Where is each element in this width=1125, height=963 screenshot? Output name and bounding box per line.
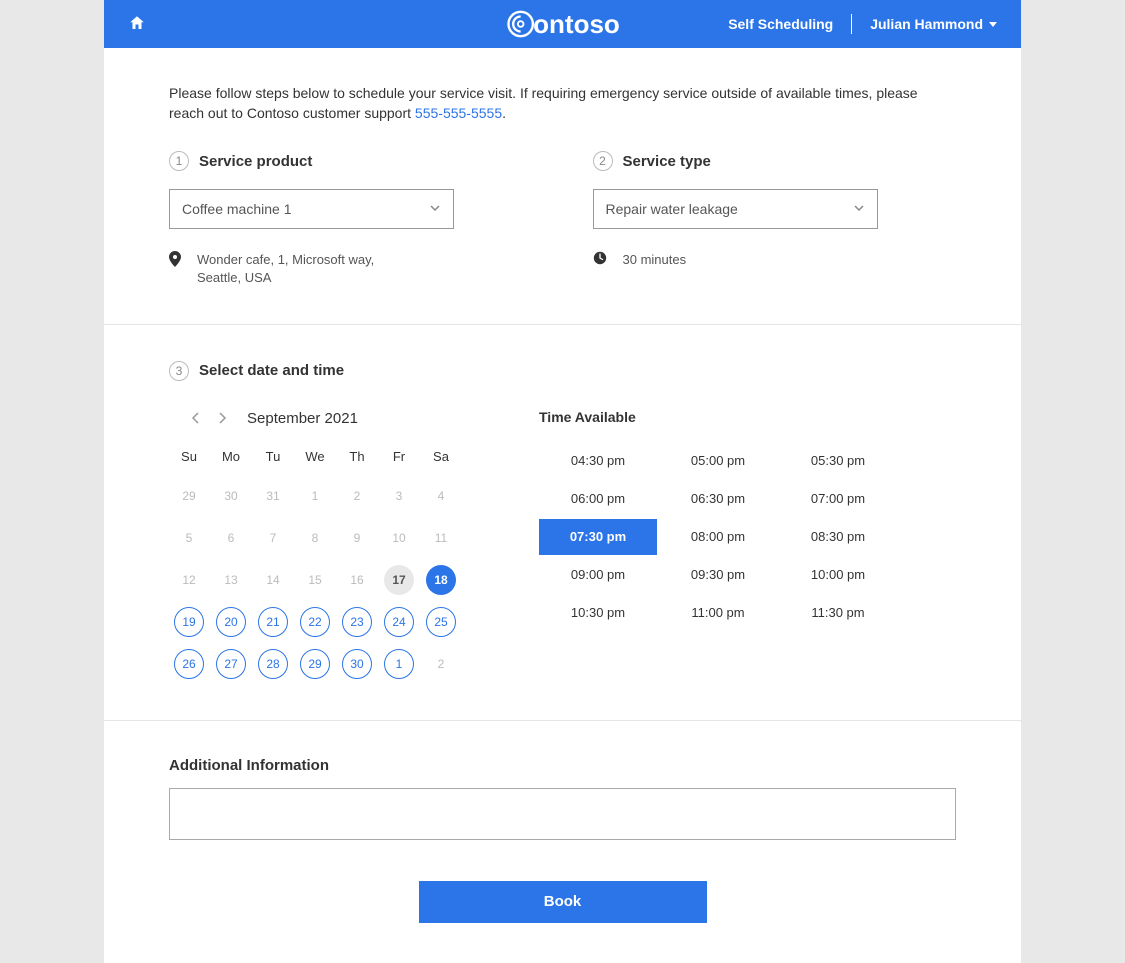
location-pin-icon (169, 251, 181, 270)
additional-info-title: Additional Information (169, 757, 956, 774)
section-divider (104, 720, 1021, 721)
calendar-dow: Th (337, 443, 377, 474)
calendar-day[interactable]: 20 (216, 607, 246, 637)
times-title: Time Available (539, 409, 956, 425)
nav-self-scheduling[interactable]: Self Scheduling (710, 12, 851, 36)
calendar-day: 9 (342, 523, 372, 553)
chevron-down-icon (989, 22, 997, 27)
calendar-day: 16 (342, 565, 372, 595)
step-1-title: Service product (199, 153, 312, 170)
calendar-day[interactable]: 27 (216, 649, 246, 679)
calendar-day: 8 (300, 523, 330, 553)
calendar-day: 15 (300, 565, 330, 595)
time-slot[interactable]: 04:30 pm (539, 443, 657, 479)
duration-text: 30 minutes (623, 251, 687, 269)
section-divider (104, 324, 1021, 325)
calendar-day: 31 (258, 481, 288, 511)
step-2-badge: 2 (593, 151, 613, 171)
calendar-day: 3 (384, 481, 414, 511)
step-2-title: Service type (623, 153, 711, 170)
calendar-day[interactable]: 22 (300, 607, 330, 637)
time-slot[interactable]: 07:30 pm (539, 519, 657, 555)
calendar-day[interactable]: 17 (384, 565, 414, 595)
location-text: Wonder cafe, 1, Microsoft way, Seattle, … (197, 251, 374, 287)
time-slot[interactable]: 07:00 pm (779, 481, 897, 517)
step-3-title: Select date and time (199, 362, 344, 379)
calendar-day: 11 (426, 523, 456, 553)
time-slot[interactable]: 08:00 pm (659, 519, 777, 555)
home-icon[interactable] (128, 14, 146, 35)
calendar-day: 2 (342, 481, 372, 511)
calendar-day[interactable]: 30 (342, 649, 372, 679)
calendar-day: 13 (216, 565, 246, 595)
brand-logo: ontoso (505, 9, 620, 40)
calendar-day: 29 (174, 481, 204, 511)
time-slot[interactable]: 06:00 pm (539, 481, 657, 517)
app-header: ontoso Self Scheduling Julian Hammond (104, 0, 1021, 48)
time-slot[interactable]: 09:00 pm (539, 557, 657, 593)
calendar-day[interactable]: 1 (384, 649, 414, 679)
calendar-day: 4 (426, 481, 456, 511)
additional-info-input[interactable] (169, 788, 956, 840)
chevron-down-icon (429, 201, 441, 217)
step-1-badge: 1 (169, 151, 189, 171)
logo-icon (505, 9, 535, 39)
calendar-day[interactable]: 28 (258, 649, 288, 679)
time-slot[interactable]: 08:30 pm (779, 519, 897, 555)
calendar-day[interactable]: 24 (384, 607, 414, 637)
book-button[interactable]: Book (419, 881, 707, 923)
calendar-dow: Su (169, 443, 209, 474)
user-name: Julian Hammond (870, 16, 983, 32)
calendar-day[interactable]: 19 (174, 607, 204, 637)
time-slot[interactable]: 06:30 pm (659, 481, 777, 517)
calendar-day[interactable]: 29 (300, 649, 330, 679)
time-slot[interactable]: 11:00 pm (659, 595, 777, 631)
calendar-day: 14 (258, 565, 288, 595)
time-slot[interactable]: 10:00 pm (779, 557, 897, 593)
brand-text: ontoso (533, 9, 620, 40)
calendar-day[interactable]: 21 (258, 607, 288, 637)
calendar-day: 7 (258, 523, 288, 553)
calendar-day[interactable]: 26 (174, 649, 204, 679)
calendar-day: 1 (300, 481, 330, 511)
calendar-day: 2 (426, 649, 456, 679)
calendar-day: 6 (216, 523, 246, 553)
calendar-day[interactable]: 25 (426, 607, 456, 637)
calendar-day[interactable]: 23 (342, 607, 372, 637)
calendar-month: September 2021 (247, 410, 358, 427)
time-slot[interactable]: 05:00 pm (659, 443, 777, 479)
calendar-dow: Mo (211, 443, 251, 474)
cal-prev-icon[interactable] (187, 409, 205, 429)
chevron-down-icon (853, 201, 865, 217)
time-slot[interactable]: 05:30 pm (779, 443, 897, 479)
service-type-value: Repair water leakage (606, 201, 738, 217)
user-menu[interactable]: Julian Hammond (852, 12, 997, 36)
calendar-day: 30 (216, 481, 246, 511)
step-3-badge: 3 (169, 361, 189, 381)
calendar-dow: Sa (421, 443, 461, 474)
calendar: September 2021 SuMoTuWeThFrSa29303112345… (169, 409, 469, 684)
service-type-select[interactable]: Repair water leakage (593, 189, 878, 229)
calendar-day: 12 (174, 565, 204, 595)
service-product-value: Coffee machine 1 (182, 201, 291, 217)
clock-icon (593, 251, 607, 268)
calendar-day: 5 (174, 523, 204, 553)
instructions-text: Please follow steps below to schedule yo… (169, 84, 956, 123)
time-slot[interactable]: 11:30 pm (779, 595, 897, 631)
calendar-day[interactable]: 18 (426, 565, 456, 595)
support-phone-link[interactable]: 555-555-5555 (415, 105, 502, 121)
cal-next-icon[interactable] (213, 409, 231, 429)
calendar-dow: We (295, 443, 335, 474)
calendar-day: 10 (384, 523, 414, 553)
calendar-dow: Tu (253, 443, 293, 474)
time-slot[interactable]: 09:30 pm (659, 557, 777, 593)
service-product-select[interactable]: Coffee machine 1 (169, 189, 454, 229)
calendar-dow: Fr (379, 443, 419, 474)
time-slot[interactable]: 10:30 pm (539, 595, 657, 631)
